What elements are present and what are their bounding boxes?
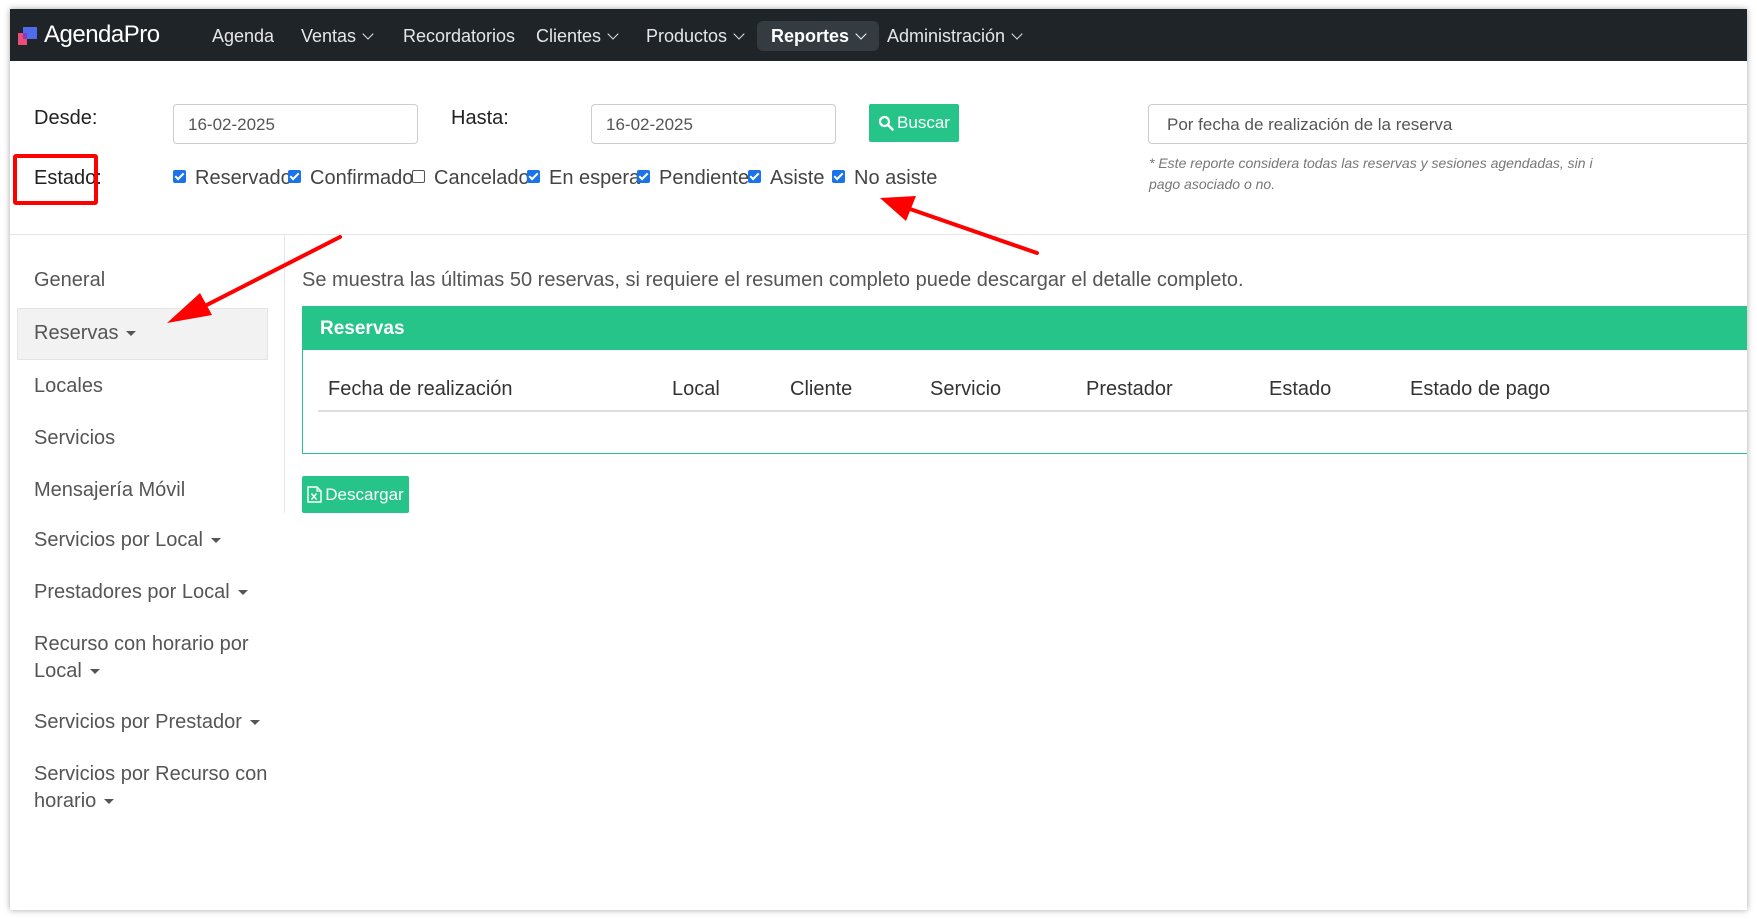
checkbox-checked-icon[interactable] (637, 170, 650, 183)
caret-down-icon (126, 331, 137, 336)
agendapro-logo-icon (18, 25, 38, 45)
table-header-divider (318, 410, 1747, 412)
sidebar-item-general[interactable]: General (34, 267, 105, 294)
desde-date-input[interactable]: 16-02-2025 (173, 104, 418, 144)
sidebar-item-servicios-por-recurso-con-horario[interactable]: Servicios por Recurso con horario (34, 761, 267, 815)
search-icon (878, 115, 894, 131)
checkbox-unchecked-icon[interactable] (412, 170, 425, 183)
sidebar-item-prestadores-por-local[interactable]: Prestadores por Local (34, 579, 248, 606)
chevron-down-icon (855, 28, 867, 40)
checkbox-cancelado[interactable]: Cancelado (412, 167, 530, 190)
caret-down-icon (249, 720, 260, 725)
app-window: AgendaPro Agenda Ventas Recordatorios Cl… (10, 9, 1747, 910)
nav-clientes[interactable]: Clientes (522, 21, 631, 51)
checkbox-pendiente[interactable]: Pendiente (637, 167, 749, 190)
column-header-servicio[interactable]: Servicio (930, 378, 1001, 401)
column-header-local[interactable]: Local (672, 378, 720, 401)
hasta-date-input[interactable]: 16-02-2025 (591, 104, 836, 144)
checkbox-asiste[interactable]: Asiste (748, 167, 824, 190)
column-header-cliente[interactable]: Cliente (790, 378, 852, 401)
column-header-prestador[interactable]: Prestador (1086, 378, 1173, 401)
sidebar-item-locales[interactable]: Locales (34, 373, 103, 400)
annotation-highlight-box (13, 154, 98, 205)
nav-agenda[interactable]: Agenda (198, 21, 288, 51)
brand-name: AgendaPro (44, 21, 160, 48)
nav-administracion[interactable]: Administración (873, 21, 1035, 51)
checkbox-en-espera[interactable]: En espera (527, 167, 640, 190)
checkbox-checked-icon[interactable] (748, 170, 761, 183)
caret-down-icon (89, 669, 100, 674)
checkbox-confirmado[interactable]: Confirmado (288, 167, 413, 190)
buscar-label: Buscar (897, 113, 950, 132)
caret-down-icon (237, 590, 248, 595)
reservas-info-message: Se muestra las últimas 50 reservas, si r… (302, 269, 1244, 291)
chevron-down-icon (362, 28, 374, 40)
checkbox-checked-icon[interactable] (527, 170, 540, 183)
chevron-down-icon (733, 28, 745, 40)
caret-down-icon (104, 799, 115, 804)
report-note: * Este reporte considera todas las reser… (1149, 155, 1593, 192)
nav-productos[interactable]: Productos (632, 21, 757, 51)
sidebar-item-servicios-por-local[interactable]: Servicios por Local (34, 527, 221, 554)
descargar-label: Descargar (325, 484, 404, 504)
column-header-estado-de-pago[interactable]: Estado de pago (1410, 378, 1550, 401)
descargar-button[interactable]: Descargar (302, 476, 409, 513)
divider (10, 234, 1747, 235)
chevron-down-icon (1011, 28, 1023, 40)
panel-title: Reservas (303, 307, 1747, 350)
sidebar-item-mensajeria-movil[interactable]: Mensajería Móvil (34, 477, 185, 504)
caret-down-icon (210, 538, 221, 543)
checkbox-checked-icon[interactable] (173, 170, 186, 183)
hasta-label: Hasta: (451, 107, 509, 129)
chevron-down-icon (607, 28, 619, 40)
brand-logo[interactable]: AgendaPro (18, 21, 160, 49)
checkbox-reservado[interactable]: Reservado (173, 167, 292, 190)
column-header-estado[interactable]: Estado (1269, 378, 1331, 401)
top-navbar: AgendaPro Agenda Ventas Recordatorios Cl… (10, 9, 1747, 61)
arrow-to-no-asiste (880, 196, 1039, 255)
checkbox-checked-icon[interactable] (832, 170, 845, 183)
sidebar-item-reservas[interactable]: Reservas (34, 320, 137, 347)
sidebar-item-servicios[interactable]: Servicios (34, 425, 115, 452)
nav-ventas[interactable]: Ventas (287, 21, 386, 51)
buscar-button[interactable]: Buscar (869, 104, 959, 142)
checkbox-checked-icon[interactable] (288, 170, 301, 183)
sidebar-divider (284, 235, 285, 513)
report-type-select[interactable]: Por fecha de realización de la reserva (1148, 104, 1747, 144)
nav-reportes[interactable]: Reportes (757, 21, 880, 51)
excel-file-icon (307, 486, 322, 503)
column-header-fecha[interactable]: Fecha de realización (328, 378, 513, 401)
desde-label: Desde: (34, 107, 98, 129)
checkbox-no-asiste[interactable]: No asiste (832, 167, 937, 190)
nav-recordatorios[interactable]: Recordatorios (389, 21, 529, 51)
sidebar-item-recurso-con-horario-por-local[interactable]: Recurso con horario por Local (34, 631, 249, 685)
sidebar-item-servicios-por-prestador[interactable]: Servicios por Prestador (34, 709, 260, 736)
